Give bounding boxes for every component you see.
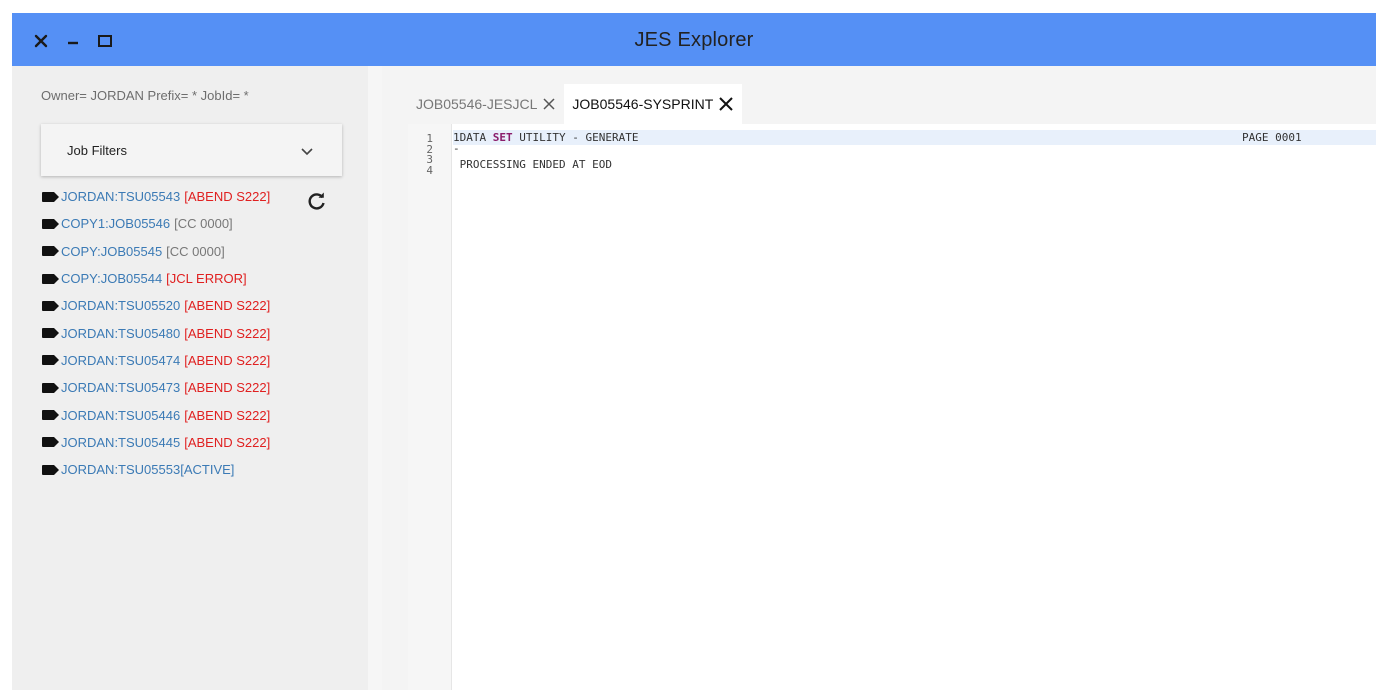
tab-jesjcl[interactable]: JOB05546-JESJCL	[408, 84, 564, 124]
job-filters-label: Job Filters	[67, 143, 127, 158]
code-editor[interactable]: 1234 1DATA SET UTILITY - GENERATE PAGE 00…	[408, 124, 1376, 690]
job-name: JORDAN:TSU05480	[61, 325, 181, 341]
tag-icon	[42, 191, 59, 202]
job-name: JORDAN:TSU05445	[61, 434, 181, 450]
job-name: JORDAN:TSU05543	[61, 189, 181, 205]
tag-icon	[42, 410, 59, 421]
job-list-item[interactable]: JORDAN:TSU05520 [ABEND S222]	[42, 292, 270, 319]
job-status: [ABEND S222]	[184, 352, 271, 368]
job-name: JORDAN:TSU05553	[61, 462, 181, 478]
job-name: COPY1:JOB05546	[61, 216, 171, 232]
job-status: [CC 0000]	[166, 243, 225, 259]
job-list-item[interactable]: JORDAN:TSU05445 [ABEND S222]	[42, 429, 270, 456]
close-icon[interactable]	[542, 97, 556, 111]
tag-icon	[42, 218, 59, 229]
tag-icon	[42, 382, 59, 393]
close-icon[interactable]	[718, 96, 734, 112]
tab-bar: JOB05546-JESJCL JOB05546-SYSPRINT	[408, 84, 743, 124]
job-sidebar: Owner= JORDAN Prefix= * JobId= * Job Fil…	[12, 66, 369, 690]
job-status: [ABEND S222]	[184, 407, 271, 423]
job-list-item[interactable]: JORDAN:TSU05473 [ABEND S222]	[42, 374, 270, 401]
job-name: JORDAN:TSU05474	[61, 352, 181, 368]
job-status: [ABEND S222]	[184, 189, 271, 205]
job-list-item[interactable]: JORDAN:TSU05474 [ABEND S222]	[42, 347, 270, 374]
job-list-item[interactable]: COPY:JOB05544 [JCL ERROR]	[42, 265, 270, 292]
job-list-item[interactable]: JORDAN:TSU05480 [ABEND S222]	[42, 319, 270, 346]
job-list-item[interactable]: JORDAN:TSU05446 [ABEND S222]	[42, 401, 270, 428]
panel-divider[interactable]	[368, 66, 382, 690]
refresh-icon[interactable]	[307, 191, 327, 211]
tag-icon	[42, 464, 59, 475]
line-number-gutter: 1234	[408, 124, 452, 690]
job-list-item[interactable]: COPY1:JOB05546 [CC 0000]	[42, 210, 270, 237]
job-status: [ABEND S222]	[184, 325, 271, 341]
job-name: COPY:JOB05545	[61, 243, 163, 259]
job-status: [ACTIVE]	[180, 462, 235, 478]
job-filters-dropdown[interactable]: Job Filters	[41, 124, 342, 176]
tab-sysprint[interactable]: JOB05546-SYSPRINT	[564, 84, 743, 124]
job-status: [JCL ERROR]	[166, 271, 247, 287]
job-name: JORDAN:TSU05473	[61, 380, 181, 396]
job-name: COPY:JOB05544	[61, 271, 163, 287]
job-list: JORDAN:TSU05543 [ABEND S222] COPY1:JOB0554…	[42, 183, 270, 483]
tag-icon	[42, 246, 59, 257]
tag-icon	[42, 437, 59, 448]
job-status: [ABEND S222]	[184, 380, 271, 396]
job-name: JORDAN:TSU05446	[61, 407, 181, 423]
tag-icon	[42, 355, 59, 366]
app-title: JES Explorer	[634, 29, 754, 51]
job-status: [ABEND S222]	[184, 434, 271, 450]
owner-filter-summary: Owner= JORDAN Prefix= * JobId= *	[41, 88, 249, 103]
tab-label: JOB05546-JESJCL	[416, 96, 538, 112]
job-status: [ABEND S222]	[184, 298, 271, 314]
chevron-down-icon	[300, 144, 314, 162]
job-list-item[interactable]: COPY:JOB05545 [CC 0000]	[42, 238, 270, 265]
tag-icon	[42, 300, 59, 311]
job-list-item[interactable]: JORDAN:TSU05543 [ABEND S222]	[42, 183, 270, 210]
tag-icon	[42, 328, 59, 339]
line-number: 4	[426, 163, 433, 177]
title-bar: JES Explorer	[12, 13, 1376, 66]
content-area: JOB05546-JESJCL JOB05546-SYSPRINT 1234 1…	[382, 66, 1376, 690]
code-line: -	[453, 141, 1376, 156]
job-list-item[interactable]: JORDAN:TSU05553 [ACTIVE]	[42, 456, 270, 483]
job-name: JORDAN:TSU05520	[61, 298, 181, 314]
code-text: -	[453, 141, 460, 155]
tag-icon	[42, 273, 59, 284]
tab-label: JOB05546-SYSPRINT	[572, 96, 714, 112]
job-status: [CC 0000]	[174, 216, 233, 232]
